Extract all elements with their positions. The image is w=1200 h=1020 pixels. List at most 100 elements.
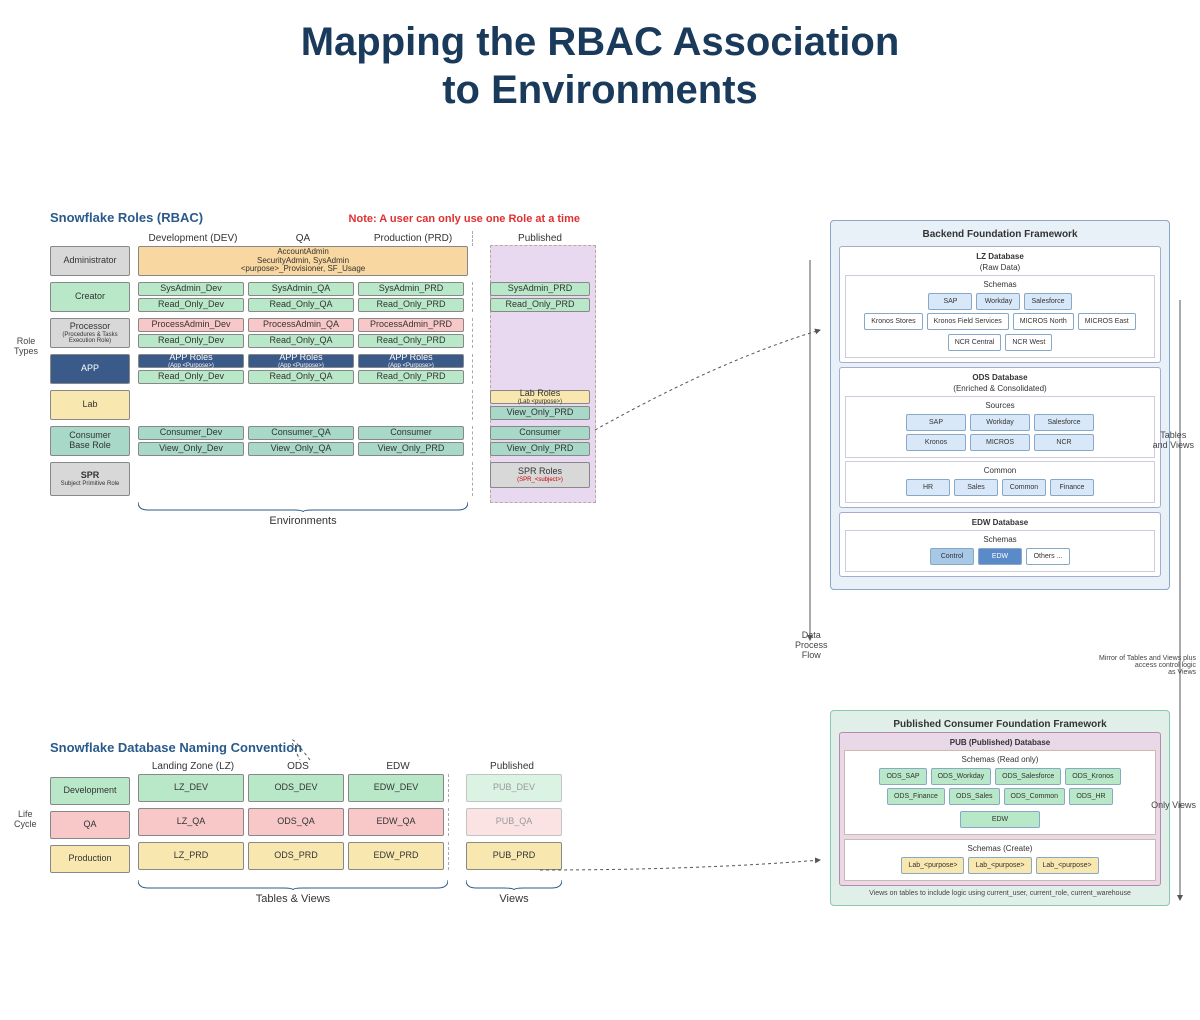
lc-qa: QA: [50, 811, 130, 839]
creator-ro-prd: Read_Only_PRD: [358, 298, 464, 312]
pub-ods-sales: ODS_Sales: [949, 788, 1000, 805]
cons-vo-prd: View_Only_PRD: [358, 442, 464, 456]
row-admin: Administrator: [50, 246, 130, 276]
col-lz: Landing Zone (LZ): [138, 759, 248, 774]
ods-ncr: NCR: [1034, 434, 1094, 451]
pub-lab2: Lab_<purpose>: [968, 857, 1031, 874]
backend-panel: Backend Foundation Framework LZ Database…: [830, 220, 1170, 590]
ods-hr: HR: [906, 479, 950, 496]
ods-qa: ODS_QA: [248, 808, 344, 836]
edw-others: Others ...: [1026, 548, 1070, 565]
tables-views-label: Tables & Views: [138, 874, 448, 905]
pub-ods-kronos: ODS_Kronos: [1065, 768, 1120, 785]
data-process-flow: Data Process Flow: [795, 630, 828, 660]
pub-ods-workday: ODS_Workday: [931, 768, 992, 785]
ods-finance: Finance: [1050, 479, 1094, 496]
page-title: Mapping the RBAC Association to Environm…: [0, 0, 1200, 122]
rbac-header: Snowflake Roles (RBAC): [50, 210, 203, 225]
edw-db-frame: EDW Database Schemas Control EDW Others …: [839, 512, 1161, 577]
edw-prd: EDW_PRD: [348, 842, 444, 870]
col-dev: Development (DEV): [138, 231, 248, 246]
pub-edw: EDW: [960, 811, 1040, 828]
app-prd: APP Roles(App <Purpose>): [358, 354, 464, 368]
lz-workday: Workday: [976, 293, 1020, 310]
life-cycle-label: Life Cycle: [14, 809, 37, 829]
environments-label: Environments: [138, 496, 468, 527]
row-app: APP: [50, 354, 130, 384]
ods-dev: ODS_DEV: [248, 774, 344, 802]
admin-box: AccountAdmin SecurityAdmin, SysAdmin <pu…: [138, 246, 468, 276]
lc-prd: Production: [50, 845, 130, 873]
col-edw: EDW: [348, 759, 448, 774]
col-prd: Production (PRD): [358, 231, 468, 246]
lz-ncr-west: NCR West: [1005, 334, 1052, 351]
naming-panel: Snowflake Database Naming Convention Lan…: [50, 740, 690, 905]
col-ods: ODS: [248, 759, 348, 774]
pub-title: Published Consumer Foundation Framework: [839, 717, 1161, 732]
app-ro-prd: Read_Only_PRD: [358, 370, 464, 384]
cons-qa: Consumer_QA: [248, 426, 354, 440]
row-processor: Processor(Procedures & Tasks Execution R…: [50, 318, 130, 348]
col-pub2: Published: [462, 759, 562, 774]
proc-ro-qa: Read_Only_QA: [248, 334, 354, 348]
rbac-panel: Snowflake Roles (RBAC) Note: A user can …: [50, 210, 690, 527]
proc-ro-prd: Read_Only_PRD: [358, 334, 464, 348]
ods-salesforce: Salesforce: [1034, 414, 1094, 431]
backend-title: Backend Foundation Framework: [839, 227, 1161, 242]
app-ro-dev: Read_Only_Dev: [138, 370, 244, 384]
lz-kronos-field: Kronos Field Services: [927, 313, 1009, 330]
views-label: Views: [466, 874, 562, 905]
edw-qa: EDW_QA: [348, 808, 444, 836]
tables-views-side: Tables and Views: [1153, 430, 1194, 450]
pub-qa: PUB_QA: [466, 808, 562, 836]
pub-ods-sap: ODS_SAP: [879, 768, 926, 785]
proc-qa: ProcessAdmin_QA: [248, 318, 354, 332]
creator-ro-pub: Read_Only_PRD: [490, 298, 590, 312]
lab-pub: Lab Roles(Lab <purpose>): [490, 390, 590, 404]
cons-prd: Consumer: [358, 426, 464, 440]
cons-vo-dev: View_Only_Dev: [138, 442, 244, 456]
edw-edw: EDW: [978, 548, 1022, 565]
cons-vo-pub: View_Only_PRD: [490, 442, 590, 456]
creator-ro-dev: Read_Only_Dev: [138, 298, 244, 312]
lz-sap: SAP: [928, 293, 972, 310]
mirror-label: Mirror of Tables and Views plus access c…: [1076, 655, 1196, 676]
lz-kronos-stores: Kronos Stores: [864, 313, 922, 330]
published-panel: Published Consumer Foundation Framework …: [830, 710, 1170, 906]
pub-lab3: Lab_<purpose>: [1036, 857, 1099, 874]
proc-dev: ProcessAdmin_Dev: [138, 318, 244, 332]
lab-vo-pub: View_Only_PRD: [490, 406, 590, 420]
lz-micros-east: MICROS East: [1078, 313, 1136, 330]
pub-footer: Views on tables to include logic using c…: [839, 890, 1161, 897]
ods-sap: SAP: [906, 414, 966, 431]
spr-pub: SPR Roles(SPR_<subject>): [490, 462, 590, 488]
role-types-label: Role Types: [14, 336, 38, 356]
ods-workday: Workday: [970, 414, 1030, 431]
ods-common: Common: [1002, 479, 1046, 496]
ods-micros: MICROS: [970, 434, 1030, 451]
edw-dev: EDW_DEV: [348, 774, 444, 802]
ods-db-frame: ODS Database (Enriched & Consolidated) S…: [839, 367, 1161, 508]
cons-dev: Consumer_Dev: [138, 426, 244, 440]
pub-ods-finance: ODS_Finance: [887, 788, 945, 805]
only-views-label: Only Views: [1151, 800, 1196, 810]
app-ro-qa: Read_Only_QA: [248, 370, 354, 384]
creator-prd: SysAdmin_PRD: [358, 282, 464, 296]
pub-lab1: Lab_<purpose>: [901, 857, 964, 874]
lz-prd: LZ_PRD: [138, 842, 244, 870]
col-pub: Published: [490, 231, 590, 246]
col-qa: QA: [248, 231, 358, 246]
app-qa: APP Roles(App <Purpose>): [248, 354, 354, 368]
app-dev: APP Roles(App <Purpose>): [138, 354, 244, 368]
pub-ods-sf: ODS_Salesforce: [995, 768, 1061, 785]
rbac-note: Note: A user can only use one Role at a …: [349, 213, 580, 225]
naming-header: Snowflake Database Naming Convention: [50, 740, 690, 755]
lz-qa: LZ_QA: [138, 808, 244, 836]
row-spr: SPRSubject Primitive Role: [50, 462, 130, 496]
lz-micros-north: MICROS North: [1013, 313, 1074, 330]
row-lab: Lab: [50, 390, 130, 420]
row-consumer: Consumer Base Role: [50, 426, 130, 456]
lc-dev: Development: [50, 777, 130, 805]
ods-sales: Sales: [954, 479, 998, 496]
edw-control: Control: [930, 548, 974, 565]
